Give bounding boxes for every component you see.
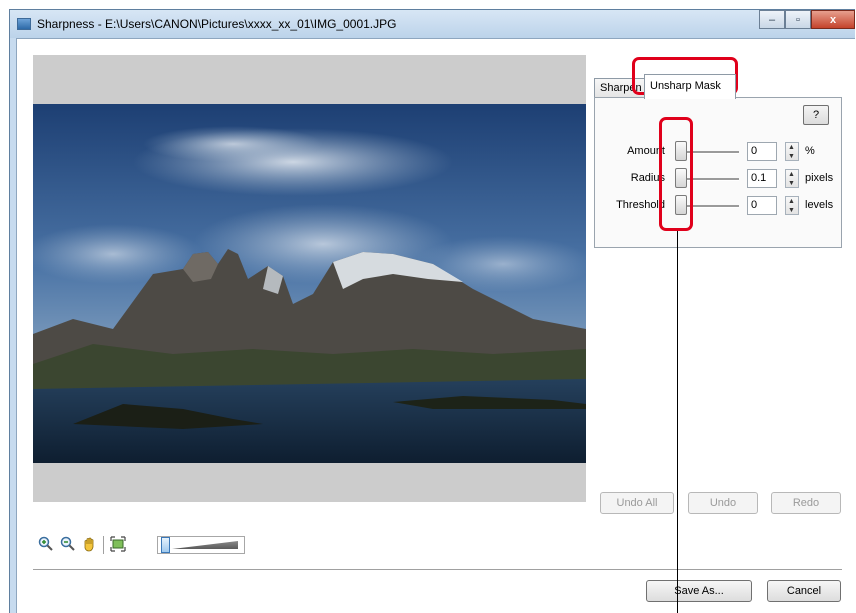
undo-all-button[interactable]: Undo All: [600, 492, 674, 514]
threshold-field[interactable]: 0: [747, 196, 777, 215]
dialog-client-area: Sharpen Unsharp Mask ? Amount 0 ▲ ▼ % Rad…: [16, 38, 855, 613]
amount-spinner[interactable]: ▲ ▼: [785, 142, 799, 161]
window-controls: ‒ ▫ x: [759, 10, 855, 30]
zoom-in-icon[interactable]: [37, 535, 55, 553]
radius-unit: pixels: [805, 172, 834, 184]
zoom-slider-thumb[interactable]: [161, 537, 170, 553]
zoom-out-icon[interactable]: [59, 535, 77, 553]
radius-spinner[interactable]: ▲ ▼: [785, 169, 799, 188]
cancel-button[interactable]: Cancel: [767, 580, 841, 602]
title-bar[interactable]: Sharpness - E:\Users\CANON\Pictures\xxxx…: [10, 10, 855, 38]
maximize-button[interactable]: ▫: [785, 10, 811, 29]
tab-unsharp-mask[interactable]: Unsharp Mask: [644, 74, 736, 99]
amount-field[interactable]: 0: [747, 142, 777, 161]
threshold-label: Threshold: [616, 199, 665, 211]
image-preview[interactable]: [33, 55, 586, 502]
unsharp-mask-panel: ? Amount 0 ▲ ▼ % Radius 0.1 ▲ ▼ pixels Thr…: [594, 97, 842, 248]
amount-label: Amount: [627, 145, 665, 157]
radius-label: Radius: [630, 172, 665, 184]
undo-button[interactable]: Undo: [688, 492, 758, 514]
callout-leader-line: [677, 231, 678, 613]
sliders-highlight-callout: [659, 117, 693, 231]
fit-to-window-icon[interactable]: [109, 535, 127, 553]
radius-field[interactable]: 0.1: [747, 169, 777, 188]
zoom-slider[interactable]: [157, 536, 245, 554]
footer-divider: [33, 569, 842, 571]
preview-photo: [33, 104, 586, 463]
save-as-button[interactable]: Save As...: [646, 580, 752, 602]
window-title: Sharpness - E:\Users\CANON\Pictures\xxxx…: [37, 17, 397, 31]
minimize-button[interactable]: ‒: [759, 10, 785, 29]
toolbar-separator: [103, 536, 104, 554]
threshold-spinner[interactable]: ▲ ▼: [785, 196, 799, 215]
zoom-slider-track: [172, 541, 238, 549]
sharpness-window: Sharpness - E:\Users\CANON\Pictures\xxxx…: [9, 9, 855, 613]
close-button[interactable]: x: [811, 10, 855, 29]
hand-icon[interactable]: [81, 535, 99, 553]
threshold-unit: levels: [805, 199, 834, 211]
app-icon: [17, 18, 31, 30]
redo-button[interactable]: Redo: [771, 492, 841, 514]
amount-unit: %: [805, 145, 815, 157]
help-button[interactable]: ?: [803, 105, 829, 125]
